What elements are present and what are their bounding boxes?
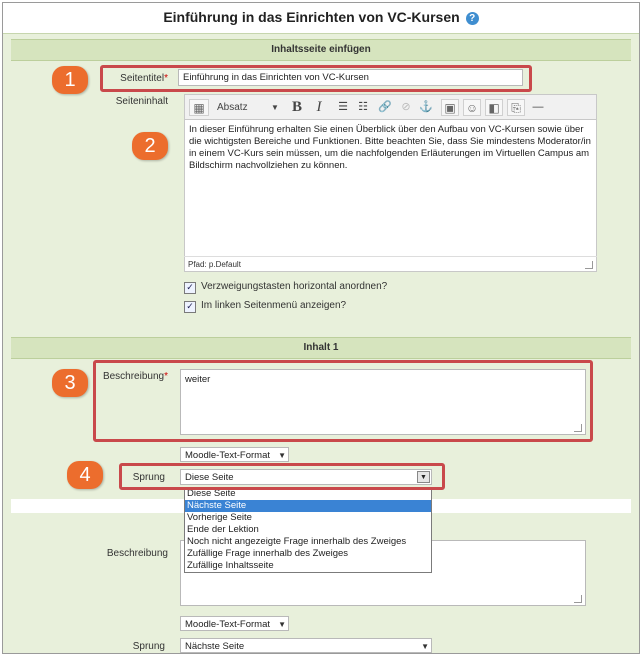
step-badge-2: 2 <box>132 132 168 160</box>
checkbox-horizontal[interactable]: ✓ <box>184 282 196 294</box>
resize-handle[interactable] <box>574 595 582 603</box>
horizontal-rule-icon[interactable]: — <box>529 99 547 116</box>
dropdown-option[interactable]: Noch nicht angezeigte Frage innerhalb de… <box>185 536 431 548</box>
lesson-form-window: Einführung in das Einrichten von VC-Kurs… <box>2 2 640 654</box>
step-badge-1: 1 <box>52 66 88 94</box>
chevron-down-icon: ▼ <box>421 642 429 651</box>
bold-button[interactable]: B <box>289 99 305 116</box>
sprung-select-2[interactable]: Nächste Seite ▼ <box>180 638 432 653</box>
text-format-select[interactable]: Moodle-Text-Format ▼ <box>180 447 289 462</box>
dropdown-option[interactable]: Ende der Lektion <box>185 524 431 536</box>
sprung-dropdown-list: Diese Seite Nächste Seite Vorherige Seit… <box>184 487 432 573</box>
checkbox-menu[interactable]: ✓ <box>184 301 196 313</box>
dropdown-option-selected[interactable]: Nächste Seite <box>185 500 431 512</box>
unlink-icon[interactable]: ⊘ <box>397 99 415 116</box>
beschreibung-label-2: Beschreibung <box>106 548 168 559</box>
step-badge-4: 4 <box>67 461 103 489</box>
link-icon[interactable]: 🔗 <box>376 99 394 116</box>
highlight-box-4 <box>119 463 445 490</box>
image-icon[interactable]: ▣ <box>441 99 459 116</box>
dropdown-option[interactable]: Vorherige Seite <box>185 512 431 524</box>
text-format-select-2[interactable]: Moodle-Text-Format ▼ <box>180 616 289 631</box>
sprung-label-2: Sprung <box>132 641 165 652</box>
checkbox-horizontal-row[interactable]: ✓ Verzweigungstasten horizontal anordnen? <box>184 281 387 294</box>
dropdown-option[interactable]: Zufällige Frage innerhalb des Zweiges <box>185 548 431 560</box>
editor-content: In dieser Einführung erhalten Sie einen … <box>189 124 591 171</box>
toolbar-toggle-icon[interactable]: ▦ <box>189 99 209 116</box>
text-format-value-2: Moodle-Text-Format <box>185 619 270 630</box>
page-header: Einführung in das Einrichten von VC-Kurs… <box>3 3 639 34</box>
highlight-box-1 <box>100 65 532 92</box>
page-title: Einführung in das Einrichten von VC-Kurs… <box>163 9 460 25</box>
editor-path: Pfad: p.Default <box>184 256 597 272</box>
chevron-down-icon: ▼ <box>271 103 279 112</box>
unordered-list-icon[interactable]: ☰ <box>334 99 352 116</box>
chevron-down-icon: ▼ <box>278 620 286 629</box>
help-icon[interactable]: ? <box>465 12 479 25</box>
highlight-box-3 <box>93 360 593 442</box>
checkbox-menu-label: Im linken Seitenmenü anzeigen? <box>201 300 347 311</box>
media-icon[interactable]: ◧ <box>485 99 503 116</box>
sprung-value-2: Nächste Seite <box>185 641 245 652</box>
ordered-list-icon[interactable]: ☷ <box>354 99 372 116</box>
emoticon-icon[interactable]: ☺ <box>463 99 481 116</box>
editor-toolbar: ▦ Absatz ▼ B I ☰ ☷ 🔗 ⊘ ⚓ ▣ ☺ ◧ ⎘ — <box>184 94 597 120</box>
seiteninhalt-editor[interactable]: In dieser Einführung erhalten Sie einen … <box>184 120 597 272</box>
checkbox-menu-row[interactable]: ✓ Im linken Seitenmenü anzeigen? <box>184 300 346 313</box>
dropdown-option[interactable]: Zufällige Inhaltsseite <box>185 560 431 572</box>
checkbox-horizontal-label: Verzweigungstasten horizontal anordnen? <box>201 281 388 292</box>
paragraph-format-select[interactable]: Absatz ▼ <box>217 99 281 116</box>
seiteninhalt-label: Seiteninhalt <box>115 96 168 107</box>
text-format-value: Moodle-Text-Format <box>185 450 270 461</box>
page-title-row: Einführung in das Einrichten von VC-Kurs… <box>3 9 639 25</box>
step-badge-3: 3 <box>52 369 88 397</box>
paste-icon[interactable]: ⎘ <box>507 99 525 116</box>
anchor-icon[interactable]: ⚓ <box>417 99 435 116</box>
section-heading-inhalt: Inhalt 1 <box>11 337 631 359</box>
chevron-down-icon: ▼ <box>278 451 286 460</box>
section-heading-inhaltsseite: Inhaltsseite einfügen <box>11 39 631 61</box>
italic-button[interactable]: I <box>311 99 327 116</box>
paragraph-format-label: Absatz <box>217 102 248 113</box>
